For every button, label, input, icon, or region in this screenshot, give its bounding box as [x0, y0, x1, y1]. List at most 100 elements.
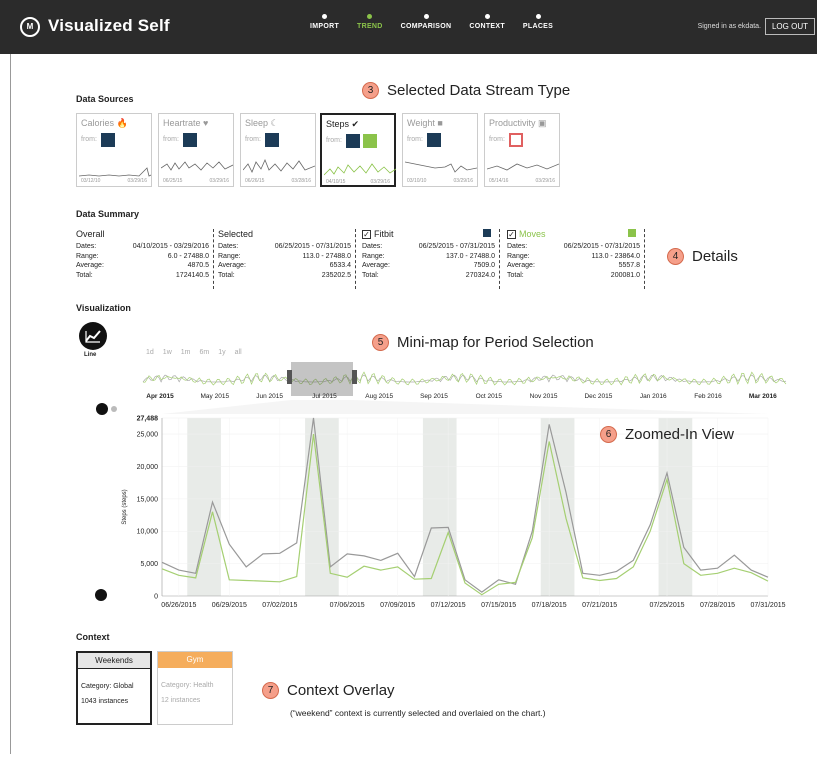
card-end-date: 03/29/16: [127, 178, 147, 184]
y-tick-label: 25,000: [137, 432, 159, 439]
logout-button[interactable]: LOG OUT: [764, 18, 815, 35]
summary-row-range: Range: 113.0 - 27488.0: [218, 252, 351, 260]
minimap-month-label: Oct 2015: [476, 393, 503, 400]
card-start-date: 06/26/15: [245, 178, 265, 184]
main-nav: IMPORT TREND COMPARISON CONTEXT PLACES: [310, 14, 553, 30]
x-tick-label: 07/18/2015: [532, 602, 567, 609]
nav-places[interactable]: PLACES: [523, 14, 553, 30]
context-card-body: Category: Global 1043 instances: [78, 669, 150, 709]
x-tick-label: 06/26/2015: [161, 602, 196, 609]
card-from-label: from:: [81, 136, 97, 143]
minimap-selection: [291, 362, 353, 396]
card-title: Heartrate ♥: [163, 118, 209, 128]
card-sparkline: [243, 158, 315, 173]
context-card-title: Weekends: [78, 653, 150, 669]
card-from-label: from:: [407, 136, 423, 143]
y-max-handle[interactable]: [96, 403, 108, 415]
card-end-date: 03/29/16: [453, 178, 473, 184]
nav-import[interactable]: IMPORT: [310, 14, 339, 30]
context-overlay-band: [187, 418, 221, 596]
app-logo: M: [20, 17, 40, 37]
summary-row-average: Average: 4870.5: [76, 262, 209, 269]
card-sparkline: [405, 161, 477, 173]
x-tick-label: 06/29/2015: [212, 602, 247, 609]
data-source-card-heartrate[interactable]: Heartrate ♥ from: 06/25/15 03/29/16: [158, 113, 234, 187]
context-card-weekends[interactable]: Weekends Category: Global 1043 instances: [76, 651, 152, 725]
summary-selected: Selected Dates: 06/25/2015 - 07/31/2015 Ran…: [218, 229, 356, 289]
summary-fitbit: ✓ Fitbit Dates: 06/25/2015 - 07/31/2015 Rang…: [362, 229, 500, 289]
data-source-card-productivity[interactable]: Productivity ▣ from: 05/14/16 03/29/16: [484, 113, 560, 187]
minimap-month-label: Nov 2015: [530, 393, 558, 400]
data-source-card-sleep[interactable]: Sleep ☾ from: 06/26/15 03/28/16: [240, 113, 316, 187]
summary-row-range: Range: 6.0 - 27488.0: [76, 252, 209, 260]
summary-overall: Overall Dates: 04/10/2015 - 03/29/2016 Rang…: [76, 229, 214, 289]
nav-comparison[interactable]: COMPARISON: [401, 14, 452, 30]
context-overlay-band: [422, 418, 457, 596]
minimap-month-label: Aug 2015: [365, 393, 393, 400]
summary-row-range: Range: 113.0 - 23864.0: [507, 252, 640, 260]
card-sparkline: [79, 167, 151, 177]
context-overlay-band: [658, 418, 693, 596]
fitbit-icon: [346, 134, 360, 148]
summary-heading: Selected: [218, 229, 254, 239]
x-tick-label: 07/31/2015: [750, 602, 785, 609]
summary-row-range: Range: 137.0 - 27488.0: [362, 252, 495, 260]
trend-visualization: Apr 2015 May 2015 Jun 2015 Jul 2015 Aug 2015…: [122, 362, 787, 609]
callout-6: 6 Zoomed-In View: [600, 426, 734, 443]
minimap-month-label: Jun 2015: [256, 393, 283, 400]
y-tick-label: 15,000: [137, 496, 159, 503]
card-from-label: from:: [163, 136, 179, 143]
data-source-card-calories[interactable]: Calories 🔥 from: 03/12/10 03/29/16: [76, 113, 152, 187]
summary-row-total: Total: 235202.5: [218, 271, 351, 279]
nav-context[interactable]: CONTEXT: [469, 14, 505, 30]
x-tick-label: 07/06/2015: [330, 602, 365, 609]
fitbit-icon: [265, 133, 279, 147]
summary-row-average: Average: 5557.8: [507, 262, 640, 269]
summary-row-dates: Dates: 04/10/2015 - 03/29/2016: [76, 243, 209, 250]
summary-row-average: Average: 7509.0: [362, 262, 495, 269]
fitbit-source-icon: [483, 229, 491, 237]
y-max-handle-secondary[interactable]: [111, 406, 117, 412]
app-title: Visualized Self: [48, 16, 170, 35]
rescuetime-icon: [509, 133, 523, 147]
callout-4: 4 Details: [667, 248, 738, 265]
context-category: Category: Health: [161, 682, 214, 689]
y-tick-label: 10,000: [137, 529, 159, 536]
line-chart-type-button[interactable]: [79, 322, 107, 350]
card-end-date: 03/29/16: [535, 178, 555, 184]
card-title: Sleep ☾: [245, 118, 279, 128]
card-start-date: 03/10/10: [407, 178, 427, 184]
card-start-date: 04/10/15: [326, 179, 346, 185]
minimap-series-moves: [142, 371, 787, 386]
card-title: Steps ✔: [326, 119, 360, 129]
signed-in-text: Signed in as ekdata.: [697, 23, 761, 30]
data-source-card-weight[interactable]: Weight ■ from: 03/10/10 03/29/16: [402, 113, 478, 187]
summary-checkbox-fitbit[interactable]: ✓: [362, 229, 371, 239]
summary-moves: ✓ Moves Dates: 06/25/2015 - 07/31/2015 Range…: [507, 229, 645, 289]
y-tick-label: 20,000: [137, 464, 159, 471]
nav-trend[interactable]: TREND: [357, 14, 383, 30]
card-from-label: from:: [245, 136, 261, 143]
context-card-title: Gym: [158, 652, 232, 668]
data-source-card-steps[interactable]: Steps ✔ from: 04/10/15 03/29/16: [320, 113, 396, 187]
context-card-gym[interactable]: Gym Category: Health 12 instances: [157, 651, 233, 725]
x-tick-label: 07/02/2015: [262, 602, 297, 609]
summary-row-total: Total: 1724140.5: [76, 271, 209, 279]
card-start-date: 06/25/15: [163, 178, 183, 184]
summary-heading: Overall: [76, 229, 105, 239]
x-tick-label: 07/25/2015: [649, 602, 684, 609]
moves-source-icon: [628, 229, 636, 237]
data-summary-title: Data Summary: [76, 209, 140, 219]
summary-heading: ✓ Fitbit: [362, 229, 394, 239]
x-tick-label: 07/09/2015: [380, 602, 415, 609]
minimap-right-handle: [352, 370, 357, 384]
y-min-handle[interactable]: [95, 589, 107, 601]
data-sources-title: Data Sources: [76, 94, 134, 104]
moves-icon: [363, 134, 377, 148]
x-tick-label: 07/15/2015: [481, 602, 516, 609]
summary-checkbox-moves[interactable]: ✓: [507, 229, 516, 239]
card-sparkline: [487, 163, 559, 171]
zoom-funnel: [162, 400, 768, 414]
callout-5: 5 Mini-map for Period Selection: [372, 334, 594, 351]
fitbit-icon: [101, 133, 115, 147]
